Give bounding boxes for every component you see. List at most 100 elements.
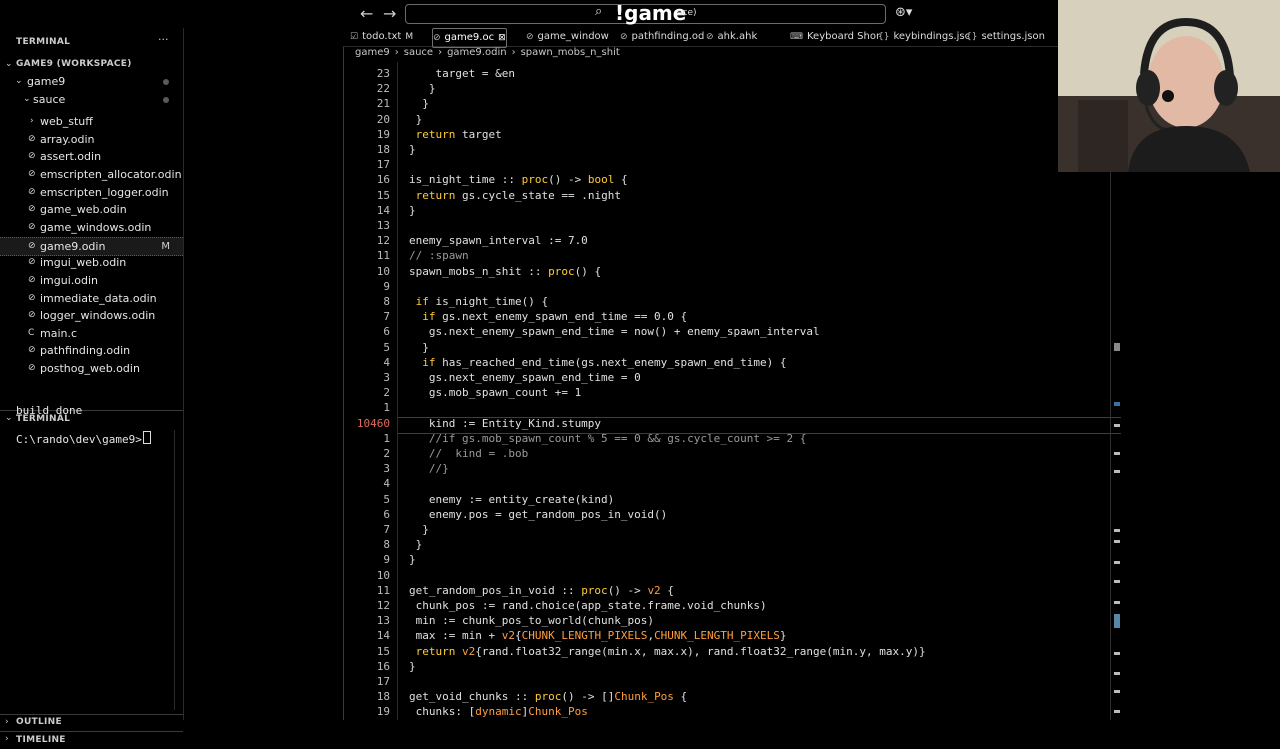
- file-item[interactable]: ⊘ game_windows.odin: [0, 219, 183, 236]
- code-line[interactable]: enemy := entity_create(kind): [409, 493, 614, 506]
- file-item[interactable]: ⊘ imgui_web.odin: [0, 254, 183, 271]
- code-line[interactable]: target = &en: [409, 67, 514, 80]
- tab-item[interactable]: ☑ todo.txt M: [350, 28, 413, 46]
- forward-arrow-icon[interactable]: →: [383, 4, 396, 23]
- code-line[interactable]: chunks: [dynamic]Chunk_Pos: [409, 705, 588, 718]
- tab-file-icon: ⊘: [620, 32, 628, 42]
- odin-file-icon: ⊘: [28, 363, 36, 374]
- code-line[interactable]: gs.mob_spawn_count += 1: [409, 386, 581, 399]
- tab-item[interactable]: ⌨ Keyboard Shor: [790, 28, 880, 46]
- tab-item[interactable]: ⊘ game_window: [526, 28, 609, 46]
- folder-game9[interactable]: ⌄ game9: [0, 73, 183, 90]
- code-line[interactable]: spawn_mobs_n_shit :: proc() {: [409, 265, 601, 278]
- tab-item[interactable]: {} settings.json: [966, 28, 1045, 46]
- file-item[interactable]: ⊘ emscripten_logger.odin: [0, 184, 183, 201]
- file-item[interactable]: Cmain.c: [0, 325, 183, 342]
- code-line[interactable]: if is_night_time() {: [409, 295, 548, 308]
- more-actions-icon[interactable]: ···: [158, 33, 169, 46]
- editor-scrollbar[interactable]: [1110, 172, 1122, 720]
- line-number: 20: [376, 112, 390, 126]
- code-line[interactable]: if gs.next_enemy_spawn_end_time == 0.0 {: [409, 310, 687, 323]
- code-line[interactable]: }: [409, 82, 436, 95]
- line-number: 23: [376, 67, 390, 80]
- file-label: emscripten_logger.odin: [40, 185, 169, 199]
- code-line[interactable]: // kind = .bob: [409, 447, 528, 460]
- code-line[interactable]: return v2{rand.float32_range(min.x, max.…: [409, 645, 926, 658]
- code-line[interactable]: //if gs.mob_spawn_count % 5 == 0 && gs.c…: [409, 432, 807, 445]
- code-line[interactable]: }: [409, 523, 429, 536]
- file-label: imgui_web.odin: [40, 256, 127, 270]
- file-label: logger_windows.odin: [40, 309, 156, 323]
- file-label: immediate_data.odin: [40, 291, 157, 305]
- file-item[interactable]: ⊘ game9.odin M: [0, 236, 183, 256]
- code-line[interactable]: }: [409, 660, 416, 673]
- code-line[interactable]: kind := Entity_Kind.stumpy: [409, 417, 601, 430]
- file-item[interactable]: ⊘ immediate_data.odin: [0, 290, 183, 307]
- file-item[interactable]: ⊘ emscripten_allocator.odin: [0, 166, 183, 183]
- odin-file-icon: ⊘: [28, 133, 36, 144]
- breadcrumb-item[interactable]: game9.odin: [447, 47, 507, 58]
- line-number: 15: [376, 188, 390, 202]
- outline-section-header[interactable]: › OUTLINE: [0, 714, 183, 731]
- code-line[interactable]: gs.next_enemy_spawn_end_time = 0: [409, 371, 641, 384]
- file-item[interactable]: ⊘ logger_windows.odin: [0, 307, 183, 324]
- code-line[interactable]: //}: [409, 462, 449, 475]
- tab-item[interactable]: ⊘ pathfinding.od: [620, 28, 704, 46]
- tab-close-icon[interactable]: ⊠: [498, 33, 506, 43]
- file-item[interactable]: ⊘ assert.odin: [0, 148, 183, 165]
- file-item[interactable]: ⊘ posthog_web.odin: [0, 360, 183, 377]
- code-line[interactable]: enemy.pos = get_random_pos_in_void(): [409, 508, 667, 521]
- odin-file-icon: ⊘: [28, 310, 36, 321]
- file-item[interactable]: ⊘ imgui.odin: [0, 272, 183, 289]
- timeline-section-header[interactable]: › TIMELINE: [0, 731, 183, 749]
- code-line[interactable]: }: [409, 341, 429, 354]
- code-line[interactable]: gs.next_enemy_spawn_end_time = now() + e…: [409, 325, 820, 338]
- webcam-person-image: [1058, 0, 1280, 172]
- code-line[interactable]: return target: [409, 128, 502, 141]
- breadcrumb-item[interactable]: spawn_mobs_n_shit: [521, 47, 620, 58]
- code-line[interactable]: }: [409, 143, 416, 156]
- folder-sauce[interactable]: ⌄ sauce: [0, 91, 183, 108]
- breadcrumb-item[interactable]: game9: [355, 47, 390, 58]
- workspace-header[interactable]: ⌄ GAME9 (WORKSPACE): [0, 56, 183, 73]
- back-arrow-icon[interactable]: ←: [360, 4, 373, 23]
- tab-file-icon: ⌨: [790, 32, 803, 42]
- scrollbar-thumb[interactable]: [1114, 614, 1120, 628]
- code-line[interactable]: chunk_pos := rand.choice(app_state.frame…: [409, 599, 767, 612]
- code-line[interactable]: enemy_spawn_interval := 7.0: [409, 234, 588, 247]
- code-line[interactable]: }: [409, 538, 423, 551]
- code-line[interactable]: // :spawn: [409, 249, 469, 262]
- code-line[interactable]: }: [409, 113, 423, 126]
- scrollbar-marker: [1114, 540, 1120, 543]
- file-item[interactable]: ⊘ game_web.odin: [0, 201, 183, 218]
- code-line[interactable]: is_night_time :: proc() -> bool {: [409, 173, 628, 186]
- line-number: 9: [383, 279, 390, 293]
- odin-file-icon: ⊘: [28, 240, 36, 251]
- code-line[interactable]: get_random_pos_in_void :: proc() -> v2 {: [409, 584, 674, 597]
- code-line[interactable]: return gs.cycle_state == .night: [409, 189, 621, 202]
- tab-item[interactable]: {} keybindings.jsc: [878, 28, 970, 46]
- terminal-output: build done: [16, 404, 83, 417]
- breadcrumb-separator-icon: ›: [394, 47, 399, 58]
- code-line[interactable]: }: [409, 97, 429, 110]
- outline-label: OUTLINE: [16, 717, 62, 727]
- breadcrumb-item[interactable]: sauce: [404, 47, 433, 58]
- code-line[interactable]: min := chunk_pos_to_world(chunk_pos): [409, 614, 654, 627]
- code-line[interactable]: if has_reached_end_time(gs.next_enemy_sp…: [409, 356, 786, 369]
- file-label: imgui.odin: [40, 273, 99, 287]
- code-line[interactable]: }: [409, 553, 416, 566]
- breadcrumb[interactable]: game9 › sauce › game9.odin › spawn_mobs_n_shit: [355, 47, 620, 61]
- line-number: 1: [383, 431, 390, 445]
- terminal-scrollbar[interactable]: [174, 430, 183, 710]
- code-line[interactable]: get_void_chunks :: proc() -> []Chunk_Pos…: [409, 690, 687, 703]
- code-line[interactable]: max := min + v2{CHUNK_LENGTH_PIXELS,CHUN…: [409, 629, 787, 642]
- copilot-icon[interactable]: ⊛▾: [895, 5, 912, 20]
- code-line[interactable]: }: [409, 204, 416, 217]
- line-number: 22: [376, 82, 390, 96]
- file-item[interactable]: ⊘ pathfinding.odin: [0, 342, 183, 359]
- file-item[interactable]: ⊘ array.odin: [0, 131, 183, 148]
- terminal-prompt[interactable]: C:\rando\dev\game9>: [16, 431, 151, 446]
- tab-item[interactable]: ⊘ game9.oc ⊠: [432, 28, 507, 48]
- file-item[interactable]: › web_stuff: [0, 113, 183, 130]
- tab-item[interactable]: ⊘ ahk.ahk: [706, 28, 757, 46]
